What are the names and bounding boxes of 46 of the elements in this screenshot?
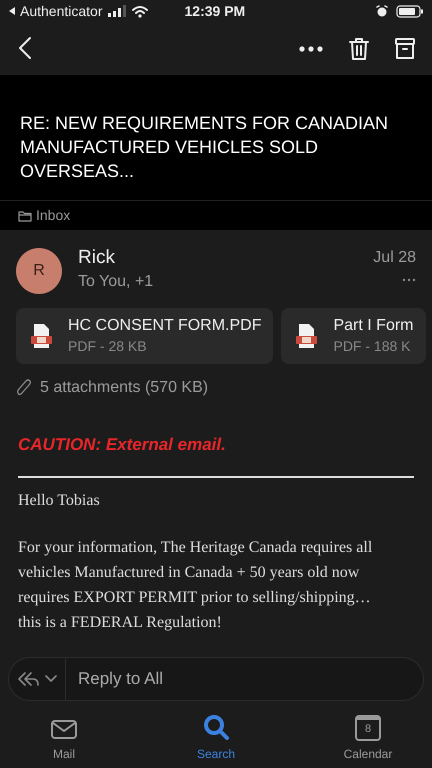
email-subject: RE: NEW REQUIREMENTS FOR CANADIAN MANUFACTURED VEHICLES SOLD OVERSEAS... [20, 112, 390, 183]
attachment-size: PDF - 188 K [333, 336, 412, 356]
status-time: 12:39 PM [184, 2, 246, 20]
pdf-file-icon [295, 323, 318, 349]
signal-icon [106, 5, 126, 17]
wifi-icon [130, 4, 148, 18]
attachment-name: HC CONSENT FORM.PDF [68, 316, 262, 336]
alarm-icon [376, 5, 388, 17]
message-more-button[interactable] [402, 278, 416, 282]
tab-search[interactable]: Search [156, 710, 276, 762]
message-date: Jul 28 [373, 248, 416, 268]
pdf-file-icon [30, 323, 52, 349]
attachment-name: Part I Form [333, 316, 414, 336]
reply-all-icon [17, 671, 39, 687]
battery-icon [396, 4, 424, 18]
paperclip-icon [16, 379, 32, 397]
folder-link[interactable]: Inbox [36, 205, 70, 226]
back-chevron-icon [18, 36, 32, 60]
more-button[interactable] [298, 44, 324, 52]
attachment-size: PDF - 28 KB [68, 336, 148, 356]
archive-button[interactable] [394, 36, 416, 60]
caret-icon [45, 675, 57, 683]
trash-icon [348, 36, 370, 60]
calendar-icon: 8 [355, 714, 381, 740]
folder-icon [18, 210, 32, 222]
more-icon [402, 278, 416, 282]
attachment-card[interactable]: Part I Form PDF - 188 K [281, 308, 426, 364]
attachments-summary[interactable]: 5 attachments (570 KB) [40, 376, 208, 400]
delete-button[interactable] [348, 36, 370, 60]
reply-bar[interactable]: Reply to All [8, 657, 424, 701]
tab-mail[interactable]: Mail [4, 710, 124, 762]
sender-name: Rick [78, 246, 116, 270]
back-triangle-icon [8, 6, 16, 16]
reply-mode-button[interactable] [17, 671, 57, 687]
recipients: To You, +1 [78, 272, 154, 292]
caution-text: CAUTION: External email. [18, 434, 226, 456]
body-paragraph: Hello Tobias [18, 490, 101, 510]
archive-box-icon [394, 36, 416, 60]
avatar: R [16, 248, 62, 294]
search-icon [202, 712, 230, 740]
tab-calendar[interactable]: 8 Calendar [308, 710, 428, 762]
attachment-card[interactable]: HC CONSENT FORM.PDF PDF - 28 KB [16, 308, 274, 364]
back-app-link[interactable]: Authenticator [20, 0, 102, 22]
back-button[interactable] [18, 36, 32, 61]
more-icon [298, 44, 324, 52]
body-paragraph: For your information, The Heritage Canada requires all vehicles Manufactured in Canada + 50 years old now requires EXPORT PERMIT prior to selling/shipping… this is a FEDERAL Regulation! [18, 538, 374, 632]
